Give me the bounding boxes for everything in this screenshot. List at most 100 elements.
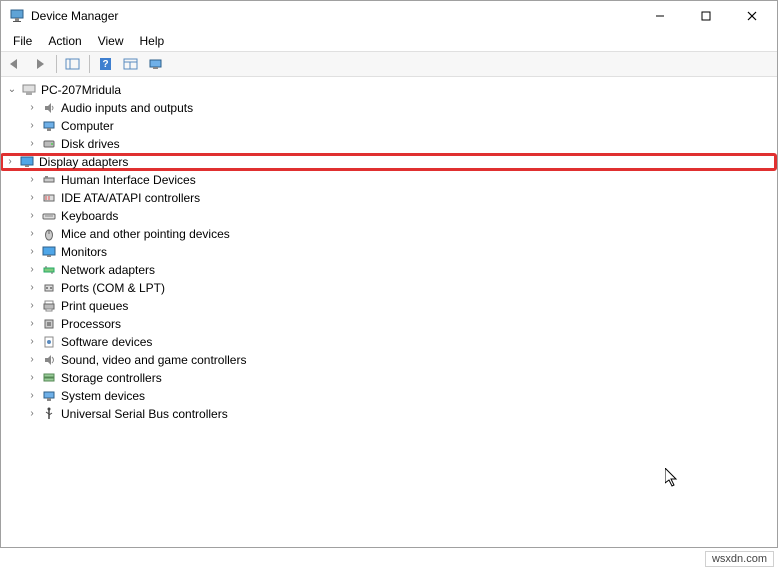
chevron-right-icon[interactable]: ›: [25, 297, 39, 315]
window-title: Device Manager: [31, 9, 637, 23]
chevron-right-icon[interactable]: ›: [25, 99, 39, 117]
help-button[interactable]: ?: [94, 53, 118, 75]
properties-button[interactable]: [119, 53, 143, 75]
tree-item-ports[interactable]: › Ports (COM & LPT): [3, 279, 777, 297]
show-hide-tree-button[interactable]: [61, 53, 85, 75]
chevron-right-icon[interactable]: ›: [25, 387, 39, 405]
tree-item-software-devices[interactable]: › Software devices: [3, 333, 777, 351]
chevron-right-icon[interactable]: ›: [25, 333, 39, 351]
tree-root[interactable]: ⌄ PC-207Mridula: [3, 81, 777, 99]
tree-item-label: System devices: [61, 387, 145, 405]
software-icon: [41, 334, 57, 350]
tree-item-label: Print queues: [61, 297, 128, 315]
window-controls: [637, 1, 775, 31]
tree-item-label: Monitors: [61, 243, 107, 261]
device-manager-window: Device Manager File Action View Help ? ⌄…: [0, 0, 778, 548]
menu-view[interactable]: View: [90, 32, 132, 50]
tree-item-print-queues[interactable]: › Print queues: [3, 297, 777, 315]
tree-item-label: Software devices: [61, 333, 152, 351]
mouse-icon: [41, 226, 57, 242]
scan-hardware-button[interactable]: [144, 53, 168, 75]
tree-item-label: Mice and other pointing devices: [61, 225, 230, 243]
network-icon: [41, 262, 57, 278]
monitor-icon: [41, 244, 57, 260]
tree-item-label: Universal Serial Bus controllers: [61, 405, 228, 423]
tree-item-storage[interactable]: › Storage controllers: [3, 369, 777, 387]
menu-action[interactable]: Action: [40, 32, 89, 50]
chevron-right-icon[interactable]: ›: [25, 135, 39, 153]
chevron-right-icon[interactable]: ›: [25, 405, 39, 423]
chevron-right-icon[interactable]: ›: [25, 369, 39, 387]
maximize-button[interactable]: [683, 1, 729, 31]
chevron-right-icon[interactable]: ›: [25, 189, 39, 207]
tree-item-display-adapters[interactable]: › Display adapters: [1, 153, 777, 171]
computer-icon: [21, 82, 37, 98]
forward-button[interactable]: [28, 53, 52, 75]
chevron-right-icon[interactable]: ›: [25, 207, 39, 225]
title-bar: Device Manager: [1, 1, 777, 31]
tree-item-usb[interactable]: › Universal Serial Bus controllers: [3, 405, 777, 423]
tree-item-hid[interactable]: › Human Interface Devices: [3, 171, 777, 189]
display-icon: [19, 154, 35, 170]
chevron-down-icon[interactable]: ⌄: [5, 81, 19, 99]
menu-file[interactable]: File: [5, 32, 40, 50]
computer-icon: [41, 118, 57, 134]
tree-root-label: PC-207Mridula: [41, 81, 121, 99]
sound-icon: [41, 352, 57, 368]
tree-item-audio[interactable]: › Audio inputs and outputs: [3, 99, 777, 117]
tree-item-sound[interactable]: › Sound, video and game controllers: [3, 351, 777, 369]
disk-icon: [41, 136, 57, 152]
watermark: wsxdn.com: [705, 551, 774, 567]
tree-item-keyboards[interactable]: › Keyboards: [3, 207, 777, 225]
minimize-button[interactable]: [637, 1, 683, 31]
ide-icon: [41, 190, 57, 206]
tree-item-disk-drives[interactable]: › Disk drives: [3, 135, 777, 153]
svg-text:?: ?: [102, 59, 108, 70]
chevron-right-icon[interactable]: ›: [25, 117, 39, 135]
cpu-icon: [41, 316, 57, 332]
tree-item-label: Sound, video and game controllers: [61, 351, 246, 369]
chevron-right-icon[interactable]: ›: [25, 225, 39, 243]
tree-item-label: Keyboards: [61, 207, 118, 225]
system-icon: [41, 388, 57, 404]
ports-icon: [41, 280, 57, 296]
chevron-right-icon[interactable]: ›: [3, 153, 17, 171]
storage-icon: [41, 370, 57, 386]
tree-item-computer[interactable]: › Computer: [3, 117, 777, 135]
tree-item-mice[interactable]: › Mice and other pointing devices: [3, 225, 777, 243]
app-icon: [9, 8, 25, 24]
keyboard-icon: [41, 208, 57, 224]
close-button[interactable]: [729, 1, 775, 31]
menu-help[interactable]: Help: [132, 32, 173, 50]
audio-icon: [41, 100, 57, 116]
tree-item-label: Human Interface Devices: [61, 171, 196, 189]
chevron-right-icon[interactable]: ›: [25, 171, 39, 189]
tree-item-label: IDE ATA/ATAPI controllers: [61, 189, 200, 207]
tree-item-label: Computer: [61, 117, 114, 135]
menu-bar: File Action View Help: [1, 31, 777, 51]
chevron-right-icon[interactable]: ›: [25, 351, 39, 369]
tree-item-label: Display adapters: [39, 153, 128, 171]
tree-item-monitors[interactable]: › Monitors: [3, 243, 777, 261]
toolbar-separator: [56, 55, 57, 73]
device-tree[interactable]: ⌄ PC-207Mridula › Audio inputs and outpu…: [1, 77, 777, 547]
chevron-right-icon[interactable]: ›: [25, 243, 39, 261]
tree-item-network[interactable]: › Network adapters: [3, 261, 777, 279]
printer-icon: [41, 298, 57, 314]
tree-item-label: Network adapters: [61, 261, 155, 279]
chevron-right-icon[interactable]: ›: [25, 315, 39, 333]
tree-item-label: Disk drives: [61, 135, 120, 153]
chevron-right-icon[interactable]: ›: [25, 279, 39, 297]
tree-item-processors[interactable]: › Processors: [3, 315, 777, 333]
tree-item-ide[interactable]: › IDE ATA/ATAPI controllers: [3, 189, 777, 207]
back-button[interactable]: [3, 53, 27, 75]
toolbar-separator: [89, 55, 90, 73]
tree-item-label: Processors: [61, 315, 121, 333]
tree-item-label: Audio inputs and outputs: [61, 99, 193, 117]
usb-icon: [41, 406, 57, 422]
tree-item-system-devices[interactable]: › System devices: [3, 387, 777, 405]
toolbar: ?: [1, 51, 777, 77]
tree-item-label: Ports (COM & LPT): [61, 279, 165, 297]
tree-item-label: Storage controllers: [61, 369, 162, 387]
chevron-right-icon[interactable]: ›: [25, 261, 39, 279]
